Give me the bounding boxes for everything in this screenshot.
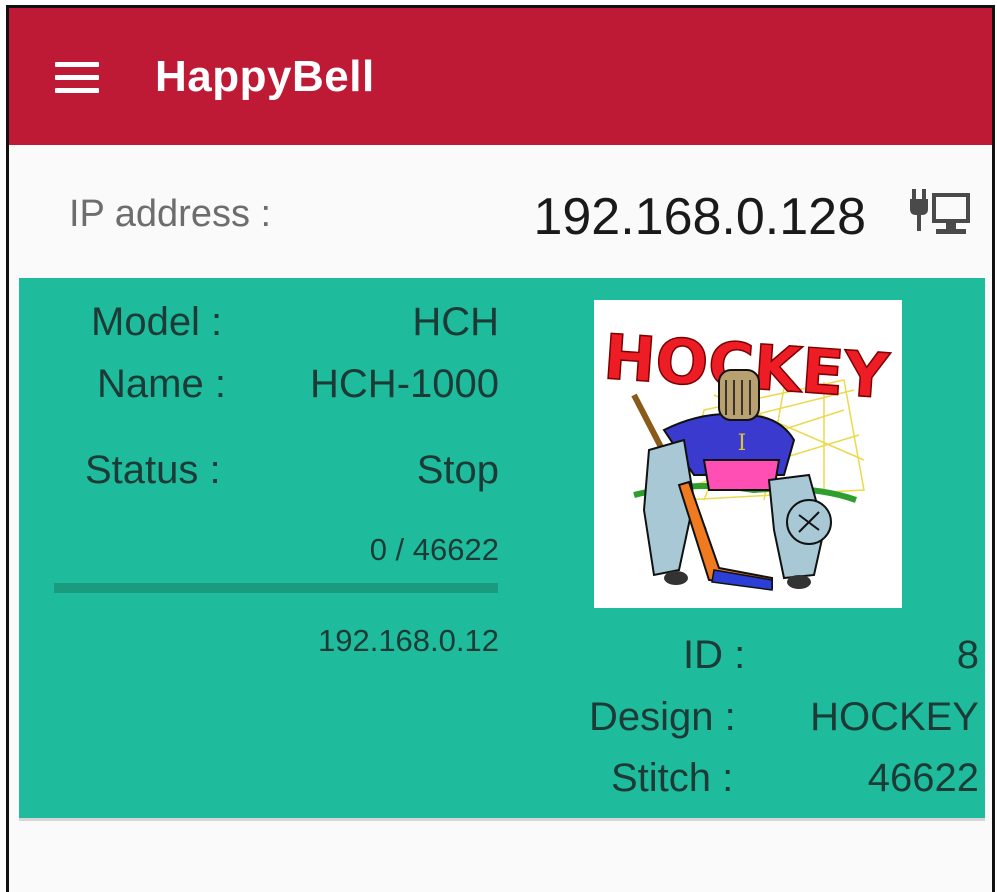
app-title: HappyBell [155, 52, 375, 101]
design-value: HOCKEY [810, 695, 979, 739]
stitch-progress-bar [54, 583, 498, 593]
design-label: Design : [589, 695, 736, 739]
stitch-label: Stitch : [611, 756, 734, 800]
app-screen: HappyBell IP address : 192.168.0.128 Mod… [6, 5, 995, 892]
name-value: HCH-1000 [310, 362, 499, 406]
card-divider [19, 818, 985, 821]
status-label: Status : [85, 448, 221, 492]
machine-ip: 192.168.0.12 [317, 623, 499, 658]
ip-address-value: 192.168.0.128 [533, 188, 866, 246]
id-label: ID : [683, 633, 746, 677]
status-value: Stop [416, 448, 499, 492]
stitch-value: 46622 [867, 756, 979, 800]
name-label: Name : [97, 362, 226, 406]
id-value: 8 [956, 633, 979, 677]
model-value: HCH [412, 300, 499, 344]
ip-address-row: IP address : 192.168.0.128 [9, 145, 992, 278]
machine-card[interactable]: Model : HCH Name : HCH-1000 Status : Sto… [19, 278, 985, 818]
model-label: Model : [91, 300, 223, 344]
hamburger-menu-icon[interactable] [53, 60, 103, 96]
wired-network-icon[interactable] [908, 187, 972, 247]
app-bar: HappyBell [9, 8, 992, 145]
design-thumbnail[interactable]: HOCKEY I [594, 300, 902, 608]
ip-address-label: IP address : [69, 193, 272, 235]
jersey-badge-letter: I [738, 431, 747, 456]
progress-count: 0 / 46622 [369, 532, 499, 567]
